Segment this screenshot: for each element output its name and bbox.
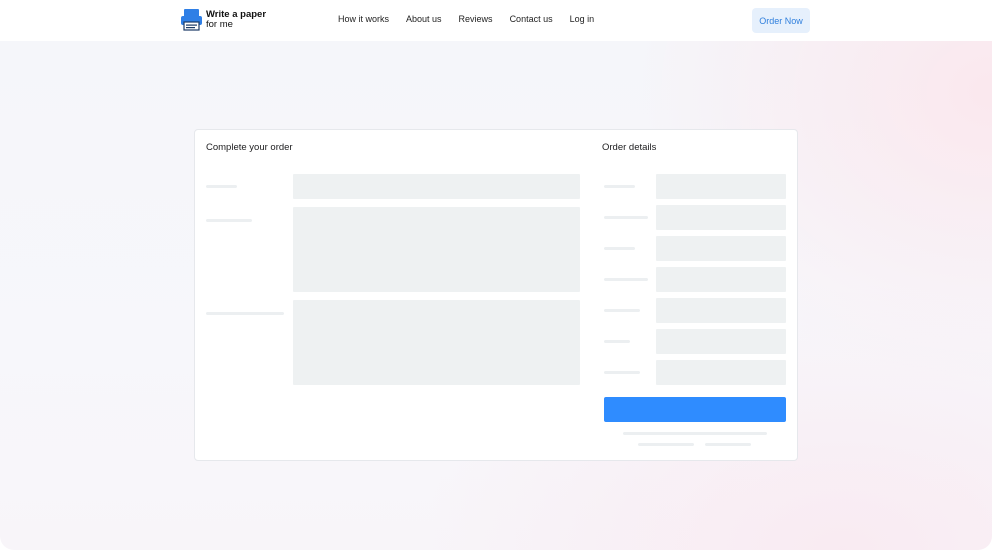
detail-input-placeholder[interactable] [656, 298, 786, 323]
detail-label-placeholder [604, 185, 635, 188]
textarea-placeholder[interactable] [293, 207, 580, 292]
detail-input-placeholder[interactable] [656, 360, 786, 385]
nav-reviews[interactable]: Reviews [459, 14, 493, 24]
footnote-placeholder [623, 432, 767, 435]
order-details-title: Order details [602, 142, 657, 153]
nav-contact-us[interactable]: Contact us [510, 14, 553, 24]
detail-label-placeholder [604, 278, 648, 281]
order-form-card: Complete your order Order details [194, 129, 798, 461]
field-label-placeholder [206, 185, 237, 188]
detail-label-placeholder [604, 216, 648, 219]
field-label-placeholder [206, 219, 252, 222]
detail-input-placeholder[interactable] [656, 174, 786, 199]
main-nav: How it works About us Reviews Contact us… [338, 14, 611, 24]
detail-input-placeholder[interactable] [656, 329, 786, 354]
footnote-placeholder [705, 443, 751, 446]
logo-text: Write a paper for me [206, 10, 266, 30]
nav-how-it-works[interactable]: How it works [338, 14, 389, 24]
footnote-placeholder [638, 443, 694, 446]
site-header: Write a paper for me How it works About … [0, 0, 992, 41]
detail-label-placeholder [604, 371, 640, 374]
detail-input-placeholder[interactable] [656, 267, 786, 292]
logo[interactable]: Write a paper for me [181, 9, 266, 31]
nav-about-us[interactable]: About us [406, 14, 442, 24]
field-label-placeholder [206, 312, 284, 315]
detail-input-placeholder[interactable] [656, 236, 786, 261]
complete-order-title: Complete your order [206, 142, 293, 153]
textarea-placeholder[interactable] [293, 300, 580, 385]
field-input-placeholder[interactable] [293, 174, 580, 199]
detail-input-placeholder[interactable] [656, 205, 786, 230]
submit-button[interactable] [604, 397, 786, 422]
detail-label-placeholder [604, 247, 635, 250]
logo-line2: for me [206, 19, 233, 30]
printer-paper-icon [181, 9, 202, 31]
detail-label-placeholder [604, 340, 630, 343]
nav-log-in[interactable]: Log in [570, 14, 595, 24]
order-now-button[interactable]: Order Now [752, 8, 810, 33]
detail-label-placeholder [604, 309, 640, 312]
